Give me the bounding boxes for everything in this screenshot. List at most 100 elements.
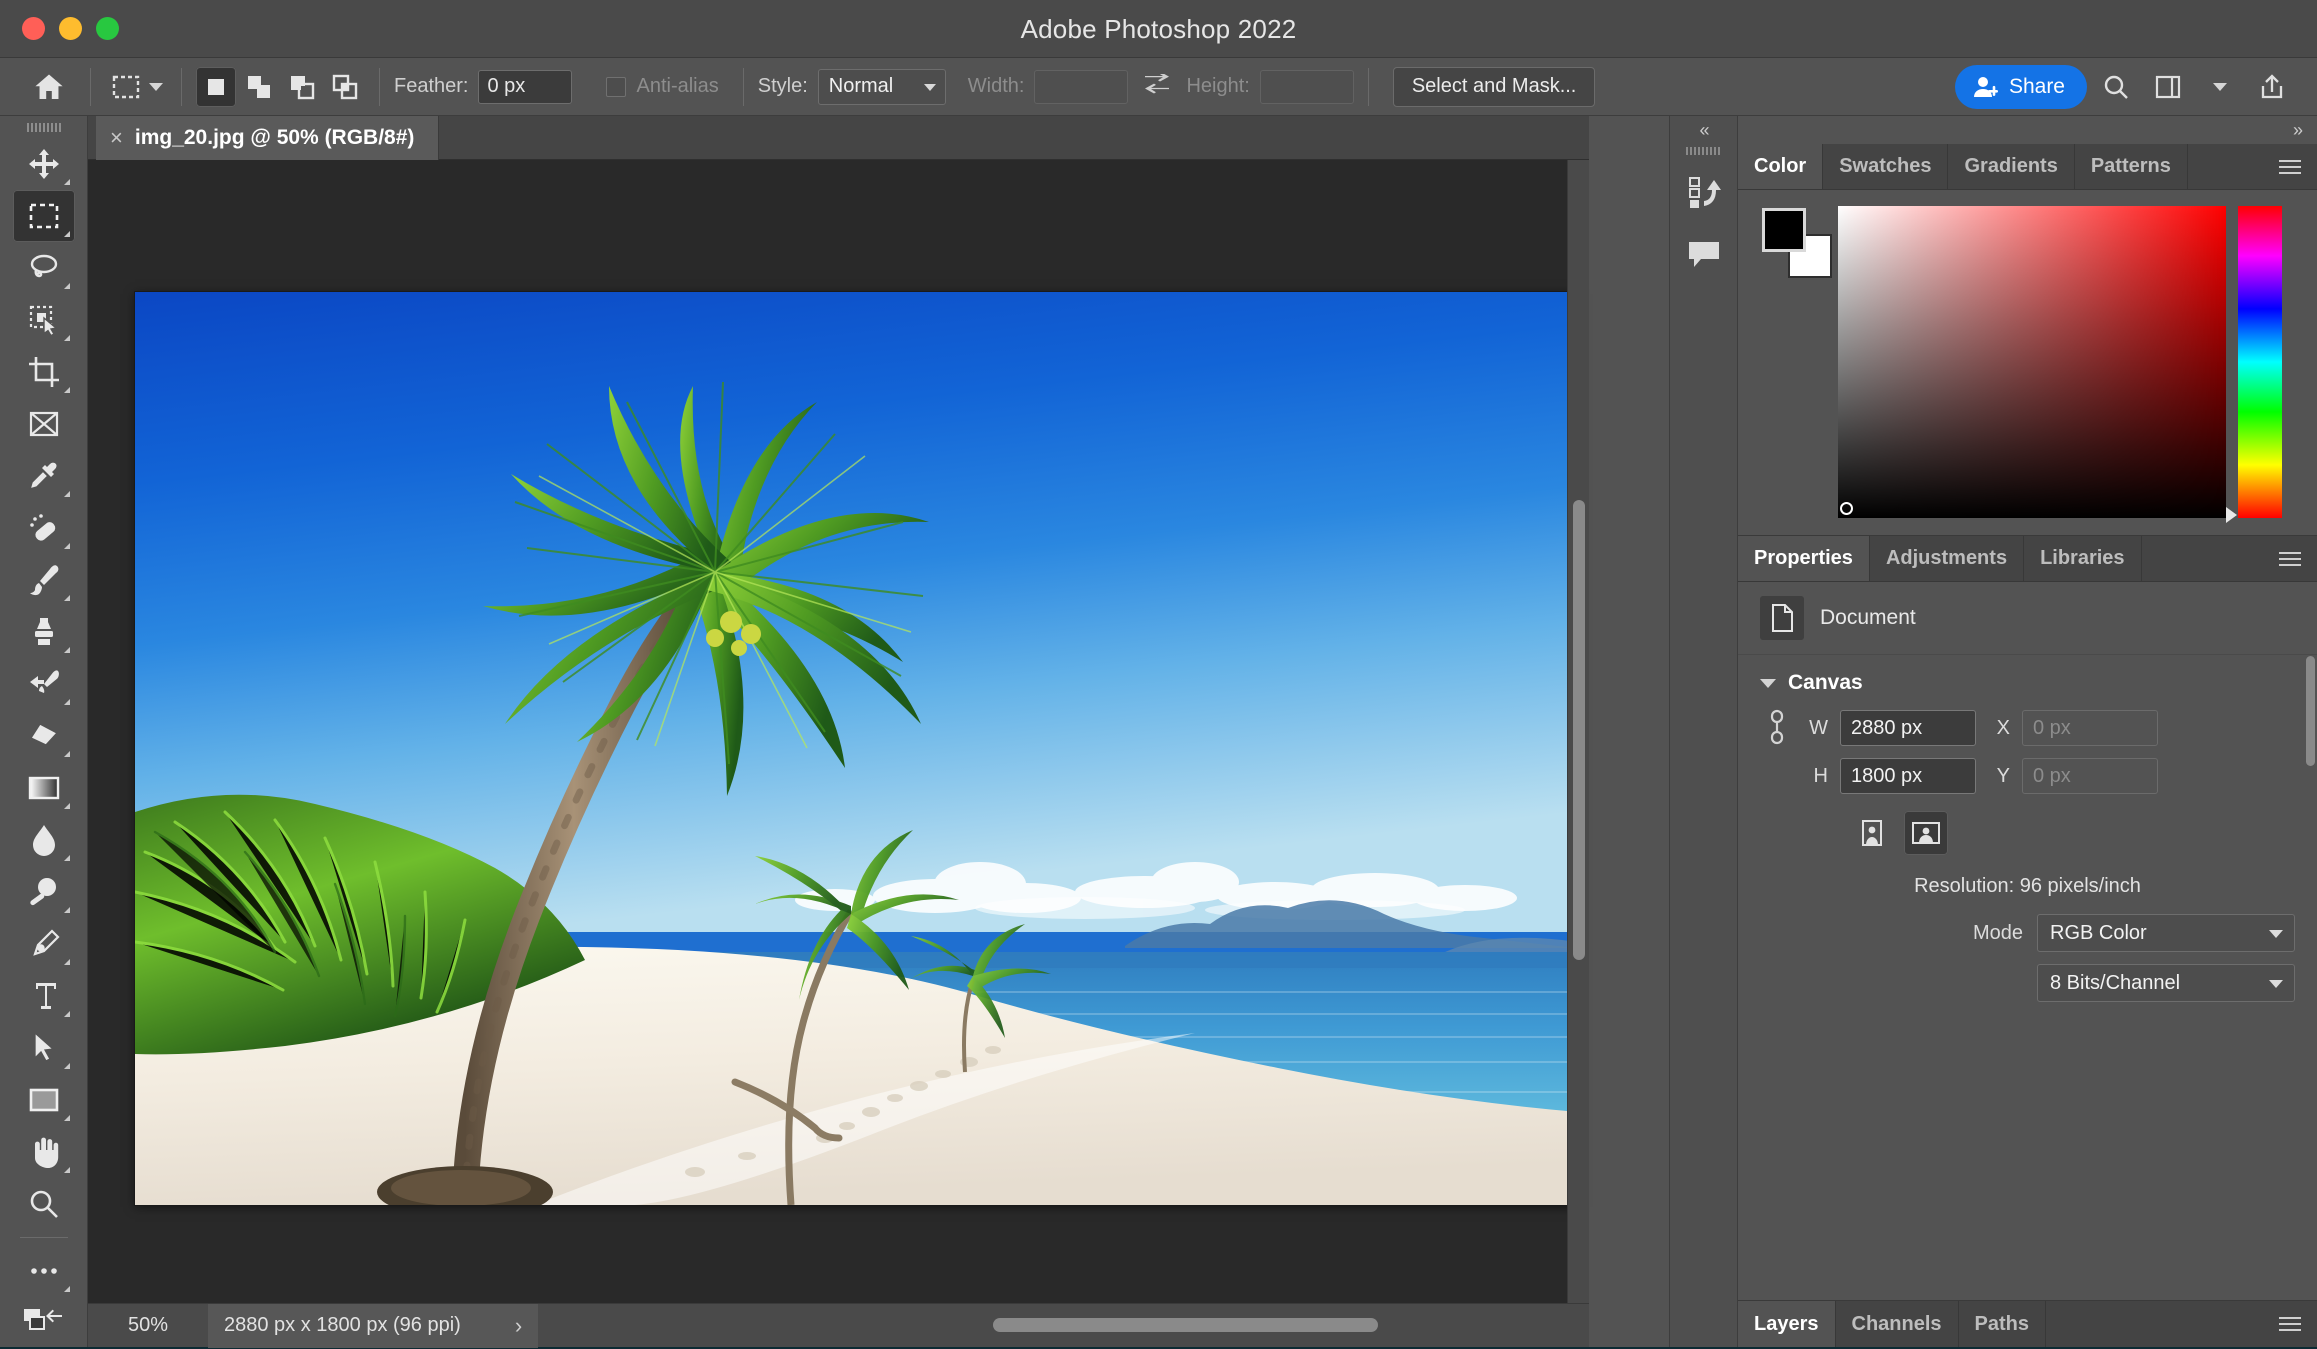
scrollbar-thumb[interactable] — [993, 1318, 1378, 1332]
tab-paths[interactable]: Paths — [1959, 1301, 2046, 1347]
canvas-vertical-scrollbar[interactable] — [1567, 160, 1589, 1303]
workspace-caret-button[interactable] — [2197, 66, 2243, 108]
object-selection-tool[interactable] — [13, 294, 75, 346]
history-panel-button[interactable] — [1676, 164, 1732, 220]
tab-layers[interactable]: Layers — [1738, 1301, 1836, 1347]
tab-color[interactable]: Color — [1738, 144, 1823, 189]
dock-collapse-button[interactable]: « — [1670, 116, 1737, 144]
tool-flyout-indicator — [64, 543, 70, 549]
select-and-mask-button[interactable]: Select and Mask... — [1393, 67, 1596, 107]
blur-tool[interactable] — [13, 814, 75, 866]
tool-flyout-indicator — [64, 1167, 70, 1173]
tool-flyout-indicator — [64, 1115, 70, 1121]
properties-scrollbar-thumb[interactable] — [2306, 656, 2315, 766]
feather-input[interactable]: 0 px — [478, 70, 572, 104]
landscape-orientation-button[interactable] — [1904, 811, 1948, 855]
intersect-with-selection-button[interactable] — [325, 67, 365, 107]
canvas-width-input[interactable]: 2880 px — [1840, 710, 1976, 746]
status-expand-icon[interactable]: › — [515, 1313, 522, 1339]
tool-flyout-indicator — [64, 1011, 70, 1017]
tab-libraries[interactable]: Libraries — [2024, 536, 2141, 581]
link-dimensions-icon[interactable] — [1760, 708, 1794, 748]
y-field-label: Y — [1988, 765, 2010, 788]
tab-patterns[interactable]: Patterns — [2075, 144, 2188, 189]
lasso-tool[interactable] — [13, 242, 75, 294]
share-button[interactable]: Share — [1955, 65, 2087, 109]
eyedropper-tool[interactable] — [13, 450, 75, 502]
frame-tool[interactable] — [13, 398, 75, 450]
layers-panel: Layers Channels Paths — [1738, 1300, 2317, 1347]
dodge-tool[interactable] — [13, 866, 75, 918]
search-button[interactable] — [2093, 66, 2139, 108]
subtract-from-selection-button[interactable] — [282, 67, 322, 107]
clone-stamp-tool[interactable] — [13, 606, 75, 658]
home-button[interactable] — [22, 64, 76, 110]
path-selection-tool[interactable] — [13, 1022, 75, 1074]
spot-healing-brush-tool[interactable] — [13, 502, 75, 554]
status-zoom-level[interactable]: 50% — [88, 1314, 208, 1337]
anti-alias-checkbox[interactable] — [606, 77, 626, 97]
toolbar-grip[interactable] — [0, 116, 87, 138]
color-mode-value: RGB Color — [2050, 922, 2147, 945]
new-selection-button[interactable] — [196, 67, 236, 107]
comments-panel-icon — [1687, 239, 1721, 269]
tool-preset-picker[interactable] — [105, 70, 167, 104]
add-to-selection-button[interactable] — [239, 67, 279, 107]
rectangle-tool[interactable] — [13, 1074, 75, 1126]
default-colors-button[interactable] — [13, 1297, 75, 1349]
panel-collapse-button[interactable]: » — [1738, 116, 2317, 144]
zoom-tool[interactable] — [13, 1178, 75, 1230]
color-mode-select[interactable]: RGB Color — [2037, 914, 2295, 952]
style-select[interactable]: Normal — [818, 69, 946, 105]
tab-swatches[interactable]: Swatches — [1823, 144, 1948, 189]
document-canvas[interactable] — [135, 292, 1578, 1205]
workspace-switcher-button[interactable] — [2145, 66, 2191, 108]
swap-width-height-icon[interactable] — [1142, 74, 1172, 100]
edit-toolbar-tool[interactable] — [13, 1245, 75, 1297]
rectangular-marquee-tool[interactable] — [13, 190, 75, 242]
tab-properties[interactable]: Properties — [1738, 536, 1870, 581]
comments-panel-button[interactable] — [1676, 226, 1732, 282]
dock-grip[interactable] — [1670, 144, 1737, 158]
type-tool[interactable] — [13, 970, 75, 1022]
gradient-tool[interactable] — [13, 762, 75, 814]
canvas-x-input[interactable]: 0 px — [2022, 710, 2158, 746]
width-input[interactable] — [1034, 70, 1128, 104]
workspace-layout-icon — [2154, 74, 2182, 100]
eraser-tool[interactable] — [13, 710, 75, 762]
crop-tool[interactable] — [13, 346, 75, 398]
foreground-color-swatch[interactable] — [1762, 208, 1806, 252]
width-label: Width: — [968, 75, 1025, 98]
tab-adjustments[interactable]: Adjustments — [1870, 536, 2024, 581]
canvas-area[interactable] — [88, 160, 1589, 1303]
history-brush-tool[interactable] — [13, 658, 75, 710]
layers-panel-menu-button[interactable] — [2263, 1301, 2317, 1347]
close-icon[interactable]: × — [110, 127, 123, 149]
panel-menu-icon — [2279, 1313, 2301, 1335]
document-tab[interactable]: × img_20.jpg @ 50% (RGB/8#) — [96, 116, 439, 160]
color-panel-menu-button[interactable] — [2263, 144, 2317, 189]
height-input[interactable] — [1260, 70, 1354, 104]
saturation-value-field[interactable] — [1838, 206, 2226, 518]
chevron-down-icon — [1760, 679, 1776, 688]
brush-tool[interactable] — [13, 554, 75, 606]
hand-tool[interactable] — [13, 1126, 75, 1178]
hue-slider[interactable] — [2238, 206, 2282, 518]
canvas-section-header[interactable]: Canvas — [1738, 655, 2317, 703]
export-button[interactable] — [2249, 66, 2295, 108]
pen-tool[interactable] — [13, 918, 75, 970]
canvas-height-input[interactable]: 1800 px — [1840, 758, 1976, 794]
status-document-info[interactable]: 2880 px x 1800 px (96 ppi) › — [208, 1304, 538, 1348]
color-picker-cursor[interactable] — [1840, 502, 1853, 515]
tab-channels[interactable]: Channels — [1836, 1301, 1959, 1347]
properties-panel-menu-button[interactable] — [2263, 536, 2317, 581]
move-tool[interactable] — [13, 138, 75, 190]
portrait-orientation-button[interactable] — [1850, 811, 1894, 855]
tool-flyout-indicator — [64, 595, 70, 601]
bit-depth-select[interactable]: 8 Bits/Channel — [2037, 964, 2295, 1002]
x-field-label: X — [1988, 717, 2010, 740]
scrollbar-thumb[interactable] — [1573, 500, 1585, 960]
canvas-y-input[interactable]: 0 px — [2022, 758, 2158, 794]
layers-panel-tabs: Layers Channels Paths — [1738, 1301, 2317, 1347]
tab-gradients[interactable]: Gradients — [1948, 144, 2074, 189]
